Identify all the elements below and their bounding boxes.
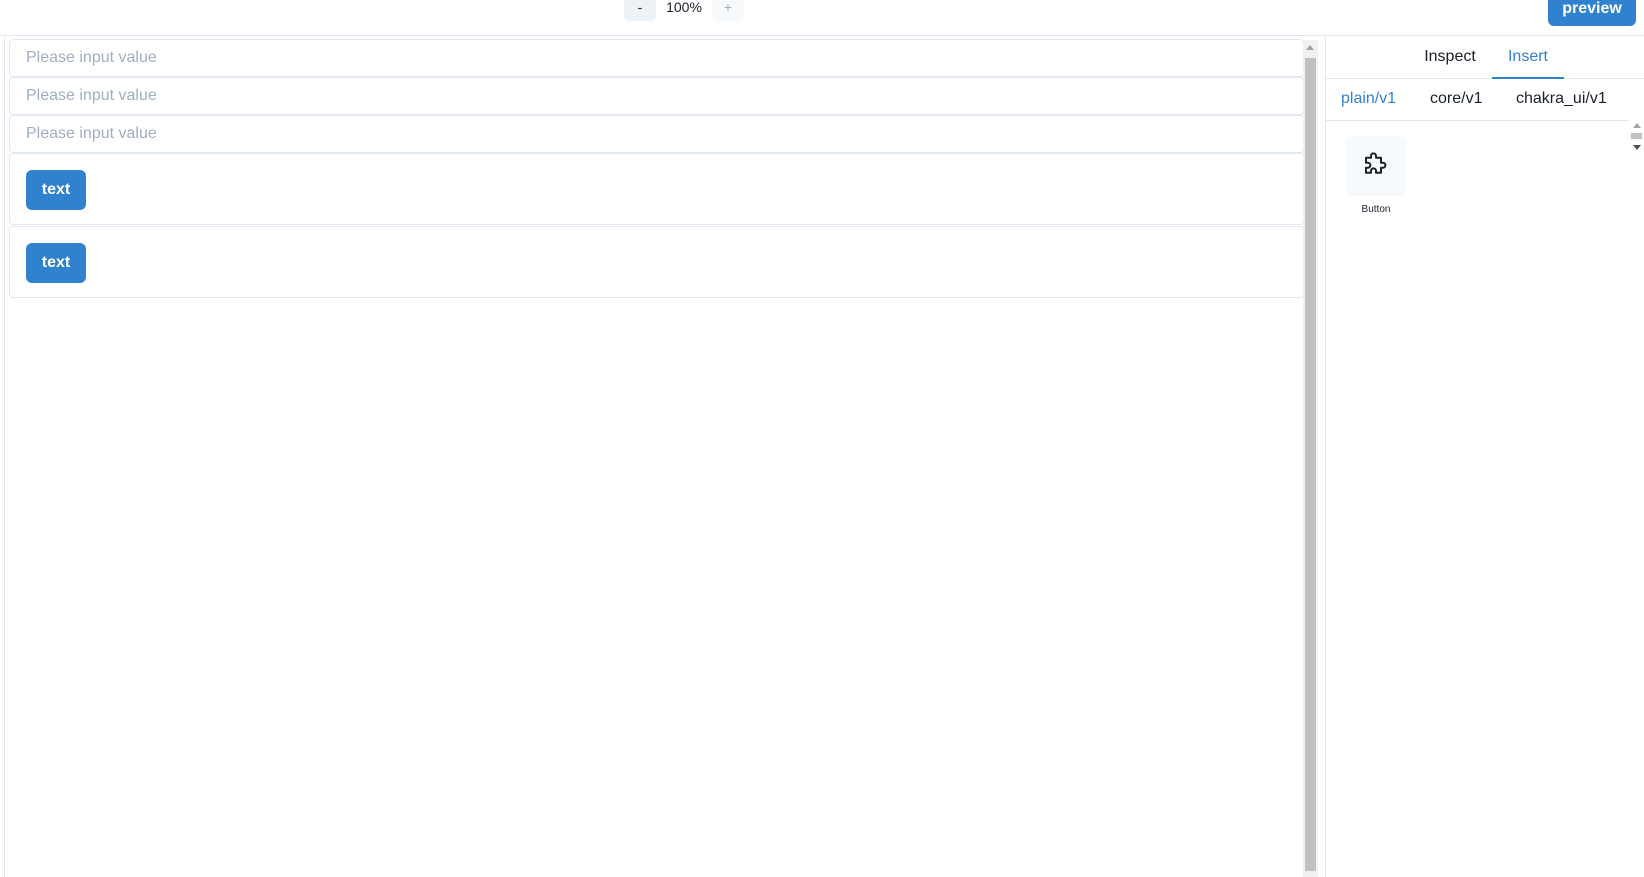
scroll-down-arrow-icon[interactable] bbox=[1633, 145, 1641, 150]
component-item-button[interactable] bbox=[1346, 136, 1406, 196]
input-component-1[interactable] bbox=[9, 39, 1304, 77]
top-toolbar: - 100% + preview bbox=[0, 0, 1644, 36]
library-tab-plain[interactable]: plain/v1 bbox=[1341, 78, 1396, 120]
tab-inspect[interactable]: Inspect bbox=[1411, 36, 1489, 77]
text-input-1[interactable] bbox=[10, 40, 1303, 76]
puzzle-piece-icon bbox=[1361, 149, 1391, 184]
text-button-2[interactable]: text bbox=[26, 243, 86, 283]
button-component-1[interactable]: text bbox=[9, 153, 1304, 225]
zoom-level-readout: 100% bbox=[666, 0, 702, 15]
text-button-1[interactable]: text bbox=[26, 170, 86, 210]
panel-tabs: Inspect Insert bbox=[1326, 36, 1644, 79]
right-panel: Inspect Insert plain/v1 core/v1 chakra_u… bbox=[1325, 36, 1644, 877]
input-component-3[interactable] bbox=[9, 115, 1304, 153]
scrollbar-thumb[interactable] bbox=[1305, 58, 1316, 871]
tab-insert[interactable]: Insert bbox=[1492, 36, 1564, 79]
text-input-2[interactable] bbox=[10, 78, 1303, 114]
scrollbar-thumb[interactable] bbox=[1631, 133, 1642, 139]
library-tabs-scrollbar[interactable] bbox=[1629, 120, 1644, 160]
zoom-in-button[interactable]: + bbox=[712, 0, 744, 21]
text-input-3[interactable] bbox=[10, 116, 1303, 152]
scroll-up-arrow-icon[interactable] bbox=[1306, 45, 1314, 50]
editor-canvas: text text bbox=[9, 39, 1304, 877]
canvas-scrollbar[interactable] bbox=[1303, 40, 1318, 877]
input-component-2[interactable] bbox=[9, 77, 1304, 115]
scroll-up-arrow-icon[interactable] bbox=[1633, 123, 1641, 128]
preview-button[interactable]: preview bbox=[1548, 0, 1636, 26]
left-divider bbox=[4, 36, 5, 877]
zoom-out-button[interactable]: - bbox=[624, 0, 656, 21]
library-tab-chakra-ui[interactable]: chakra_ui/v1 bbox=[1516, 78, 1607, 120]
library-tab-core[interactable]: core/v1 bbox=[1430, 78, 1482, 120]
library-tabs: plain/v1 core/v1 chakra_ui/v1 bbox=[1326, 78, 1644, 160]
button-component-2[interactable]: text bbox=[9, 226, 1304, 298]
component-item-label: Button bbox=[1361, 204, 1391, 215]
